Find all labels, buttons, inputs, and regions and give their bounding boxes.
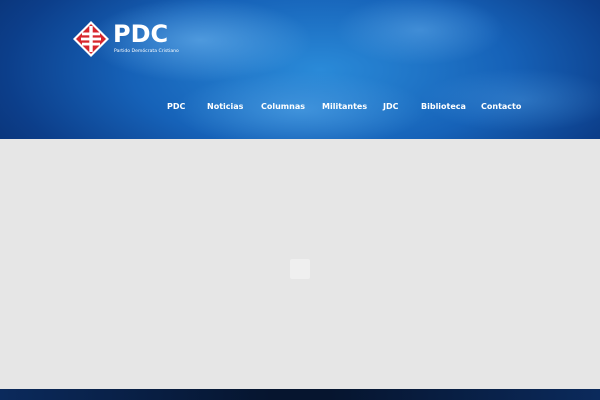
nav-item-contacto[interactable]: Contacto <box>481 100 521 114</box>
page: PDC Partido Demócrata Cristiano PDC Noti… <box>0 0 600 400</box>
loading-spinner-icon <box>290 259 310 279</box>
nav-item-noticias[interactable]: Noticias <box>207 100 243 114</box>
main-nav: PDC Noticias Columnas Militantes JDC Bib… <box>0 100 600 114</box>
brand-name: PDC <box>113 20 169 48</box>
nav-item-jdc[interactable]: JDC <box>383 100 399 114</box>
nav-item-pdc[interactable]: PDC <box>167 100 185 114</box>
brand-subtitle: Partido Demócrata Cristiano <box>114 49 179 54</box>
site-header: PDC Partido Demócrata Cristiano PDC Noti… <box>0 0 600 139</box>
nav-item-militantes[interactable]: Militantes <box>322 100 367 114</box>
site-logo[interactable]: PDC Partido Demócrata Cristiano <box>72 20 179 58</box>
nav-item-columnas[interactable]: Columnas <box>261 100 305 114</box>
footer-strip <box>0 389 600 400</box>
nav-item-biblioteca[interactable]: Biblioteca <box>421 100 466 114</box>
pdc-cross-diamond-icon <box>73 21 109 57</box>
